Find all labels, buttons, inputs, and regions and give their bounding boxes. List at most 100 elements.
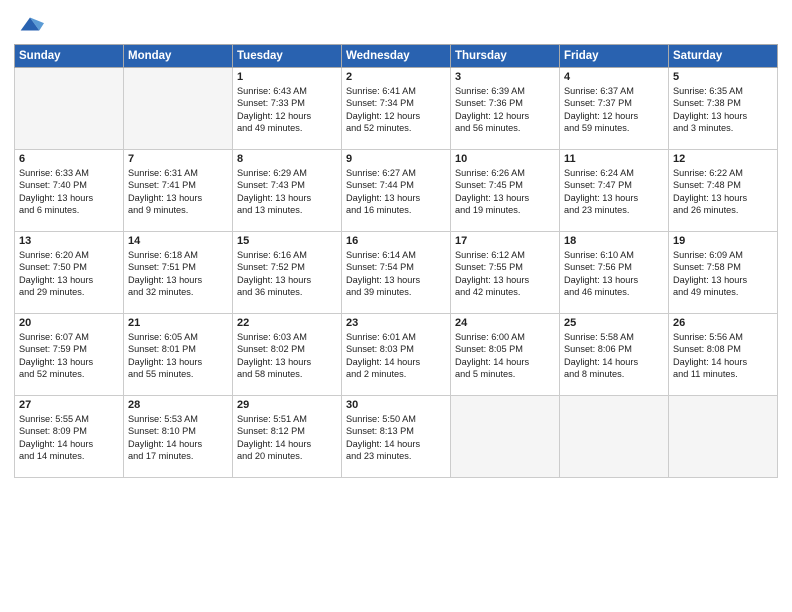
cell-info: Sunrise: 6:01 AM Sunset: 8:03 PM Dayligh… xyxy=(346,331,446,381)
cell-info: Sunrise: 6:37 AM Sunset: 7:37 PM Dayligh… xyxy=(564,85,664,135)
week-row-1: 1 Sunrise: 6:43 AM Sunset: 7:33 PM Daylig… xyxy=(15,68,778,150)
logo-icon xyxy=(16,10,44,38)
weekday-header-saturday: Saturday xyxy=(669,45,778,68)
calendar-cell: 6 Sunrise: 6:33 AM Sunset: 7:40 PM Daylig… xyxy=(15,150,124,232)
calendar: SundayMondayTuesdayWednesdayThursdayFrid… xyxy=(14,44,778,478)
cell-info: Sunrise: 6:35 AM Sunset: 7:38 PM Dayligh… xyxy=(673,85,773,135)
calendar-cell: 14 Sunrise: 6:18 AM Sunset: 7:51 PM Dayli… xyxy=(124,232,233,314)
calendar-cell: 10 Sunrise: 6:26 AM Sunset: 7:45 PM Dayli… xyxy=(451,150,560,232)
calendar-cell: 8 Sunrise: 6:29 AM Sunset: 7:43 PM Daylig… xyxy=(233,150,342,232)
day-number: 9 xyxy=(346,153,446,165)
day-number: 19 xyxy=(673,235,773,247)
day-number: 11 xyxy=(564,153,664,165)
weekday-header-wednesday: Wednesday xyxy=(342,45,451,68)
day-number: 14 xyxy=(128,235,228,247)
day-number: 29 xyxy=(237,399,337,411)
day-number: 21 xyxy=(128,317,228,329)
cell-info: Sunrise: 5:55 AM Sunset: 8:09 PM Dayligh… xyxy=(19,413,119,463)
calendar-cell: 17 Sunrise: 6:12 AM Sunset: 7:55 PM Dayli… xyxy=(451,232,560,314)
cell-info: Sunrise: 6:22 AM Sunset: 7:48 PM Dayligh… xyxy=(673,167,773,217)
weekday-header-monday: Monday xyxy=(124,45,233,68)
calendar-cell: 22 Sunrise: 6:03 AM Sunset: 8:02 PM Dayli… xyxy=(233,314,342,396)
calendar-cell: 26Sunrise: 5:56 AM Sunset: 8:08 PM Dayli… xyxy=(669,314,778,396)
cell-info: Sunrise: 6:26 AM Sunset: 7:45 PM Dayligh… xyxy=(455,167,555,217)
day-number: 17 xyxy=(455,235,555,247)
cell-info: Sunrise: 6:12 AM Sunset: 7:55 PM Dayligh… xyxy=(455,249,555,299)
weekday-header-thursday: Thursday xyxy=(451,45,560,68)
calendar-cell: 30 Sunrise: 5:50 AM Sunset: 8:13 PM Dayli… xyxy=(342,396,451,478)
week-row-3: 13 Sunrise: 6:20 AM Sunset: 7:50 PM Dayli… xyxy=(15,232,778,314)
cell-info: Sunrise: 6:03 AM Sunset: 8:02 PM Dayligh… xyxy=(237,331,337,381)
calendar-cell xyxy=(124,68,233,150)
cell-info: Sunrise: 6:09 AM Sunset: 7:58 PM Dayligh… xyxy=(673,249,773,299)
cell-info: Sunrise: 6:31 AM Sunset: 7:41 PM Dayligh… xyxy=(128,167,228,217)
cell-info: Sunrise: 6:39 AM Sunset: 7:36 PM Dayligh… xyxy=(455,85,555,135)
calendar-cell: 23 Sunrise: 6:01 AM Sunset: 8:03 PM Dayli… xyxy=(342,314,451,396)
cell-info: Sunrise: 6:18 AM Sunset: 7:51 PM Dayligh… xyxy=(128,249,228,299)
calendar-cell: 16 Sunrise: 6:14 AM Sunset: 7:54 PM Dayli… xyxy=(342,232,451,314)
logo xyxy=(14,10,44,38)
cell-info: Sunrise: 6:14 AM Sunset: 7:54 PM Dayligh… xyxy=(346,249,446,299)
calendar-cell: 4 Sunrise: 6:37 AM Sunset: 7:37 PM Daylig… xyxy=(560,68,669,150)
week-row-2: 6 Sunrise: 6:33 AM Sunset: 7:40 PM Daylig… xyxy=(15,150,778,232)
day-number: 8 xyxy=(237,153,337,165)
calendar-cell: 13 Sunrise: 6:20 AM Sunset: 7:50 PM Dayli… xyxy=(15,232,124,314)
cell-info: Sunrise: 5:58 AM Sunset: 8:06 PM Dayligh… xyxy=(564,331,664,381)
week-row-4: 20Sunrise: 6:07 AM Sunset: 7:59 PM Dayli… xyxy=(15,314,778,396)
day-number: 5 xyxy=(673,71,773,83)
cell-info: Sunrise: 6:07 AM Sunset: 7:59 PM Dayligh… xyxy=(19,331,119,381)
cell-info: Sunrise: 5:51 AM Sunset: 8:12 PM Dayligh… xyxy=(237,413,337,463)
calendar-cell: 25Sunrise: 5:58 AM Sunset: 8:06 PM Dayli… xyxy=(560,314,669,396)
weekday-header-row: SundayMondayTuesdayWednesdayThursdayFrid… xyxy=(15,45,778,68)
cell-info: Sunrise: 6:41 AM Sunset: 7:34 PM Dayligh… xyxy=(346,85,446,135)
day-number: 26 xyxy=(673,317,773,329)
cell-info: Sunrise: 6:24 AM Sunset: 7:47 PM Dayligh… xyxy=(564,167,664,217)
day-number: 18 xyxy=(564,235,664,247)
logo-text xyxy=(14,10,44,38)
cell-info: Sunrise: 6:16 AM Sunset: 7:52 PM Dayligh… xyxy=(237,249,337,299)
calendar-cell: 15 Sunrise: 6:16 AM Sunset: 7:52 PM Dayli… xyxy=(233,232,342,314)
calendar-cell xyxy=(451,396,560,478)
day-number: 24 xyxy=(455,317,555,329)
calendar-cell: 29 Sunrise: 5:51 AM Sunset: 8:12 PM Dayli… xyxy=(233,396,342,478)
cell-info: Sunrise: 5:50 AM Sunset: 8:13 PM Dayligh… xyxy=(346,413,446,463)
day-number: 7 xyxy=(128,153,228,165)
day-number: 6 xyxy=(19,153,119,165)
calendar-cell: 5 Sunrise: 6:35 AM Sunset: 7:38 PM Daylig… xyxy=(669,68,778,150)
calendar-cell: 21 Sunrise: 6:05 AM Sunset: 8:01 PM Dayli… xyxy=(124,314,233,396)
cell-info: Sunrise: 6:20 AM Sunset: 7:50 PM Dayligh… xyxy=(19,249,119,299)
cell-info: Sunrise: 6:00 AM Sunset: 8:05 PM Dayligh… xyxy=(455,331,555,381)
weekday-header-sunday: Sunday xyxy=(15,45,124,68)
cell-info: Sunrise: 6:43 AM Sunset: 7:33 PM Dayligh… xyxy=(237,85,337,135)
day-number: 1 xyxy=(237,71,337,83)
cell-info: Sunrise: 6:05 AM Sunset: 8:01 PM Dayligh… xyxy=(128,331,228,381)
calendar-cell: 9 Sunrise: 6:27 AM Sunset: 7:44 PM Daylig… xyxy=(342,150,451,232)
day-number: 23 xyxy=(346,317,446,329)
day-number: 22 xyxy=(237,317,337,329)
weekday-header-friday: Friday xyxy=(560,45,669,68)
day-number: 30 xyxy=(346,399,446,411)
weekday-header-tuesday: Tuesday xyxy=(233,45,342,68)
day-number: 3 xyxy=(455,71,555,83)
calendar-cell: 12 Sunrise: 6:22 AM Sunset: 7:48 PM Dayli… xyxy=(669,150,778,232)
cell-info: Sunrise: 6:27 AM Sunset: 7:44 PM Dayligh… xyxy=(346,167,446,217)
day-number: 15 xyxy=(237,235,337,247)
calendar-cell: 18 Sunrise: 6:10 AM Sunset: 7:56 PM Dayli… xyxy=(560,232,669,314)
day-number: 4 xyxy=(564,71,664,83)
calendar-cell: 7 Sunrise: 6:31 AM Sunset: 7:41 PM Daylig… xyxy=(124,150,233,232)
page: SundayMondayTuesdayWednesdayThursdayFrid… xyxy=(0,0,792,612)
day-number: 16 xyxy=(346,235,446,247)
calendar-cell: 20Sunrise: 6:07 AM Sunset: 7:59 PM Dayli… xyxy=(15,314,124,396)
cell-info: Sunrise: 6:29 AM Sunset: 7:43 PM Dayligh… xyxy=(237,167,337,217)
calendar-cell: 28Sunrise: 5:53 AM Sunset: 8:10 PM Dayli… xyxy=(124,396,233,478)
cell-info: Sunrise: 6:33 AM Sunset: 7:40 PM Dayligh… xyxy=(19,167,119,217)
cell-info: Sunrise: 6:10 AM Sunset: 7:56 PM Dayligh… xyxy=(564,249,664,299)
calendar-cell: 27 Sunrise: 5:55 AM Sunset: 8:09 PM Dayli… xyxy=(15,396,124,478)
header xyxy=(14,10,778,38)
day-number: 27 xyxy=(19,399,119,411)
day-number: 12 xyxy=(673,153,773,165)
calendar-cell: 24 Sunrise: 6:00 AM Sunset: 8:05 PM Dayli… xyxy=(451,314,560,396)
calendar-cell: 2Sunrise: 6:41 AM Sunset: 7:34 PM Daylig… xyxy=(342,68,451,150)
day-number: 10 xyxy=(455,153,555,165)
day-number: 13 xyxy=(19,235,119,247)
